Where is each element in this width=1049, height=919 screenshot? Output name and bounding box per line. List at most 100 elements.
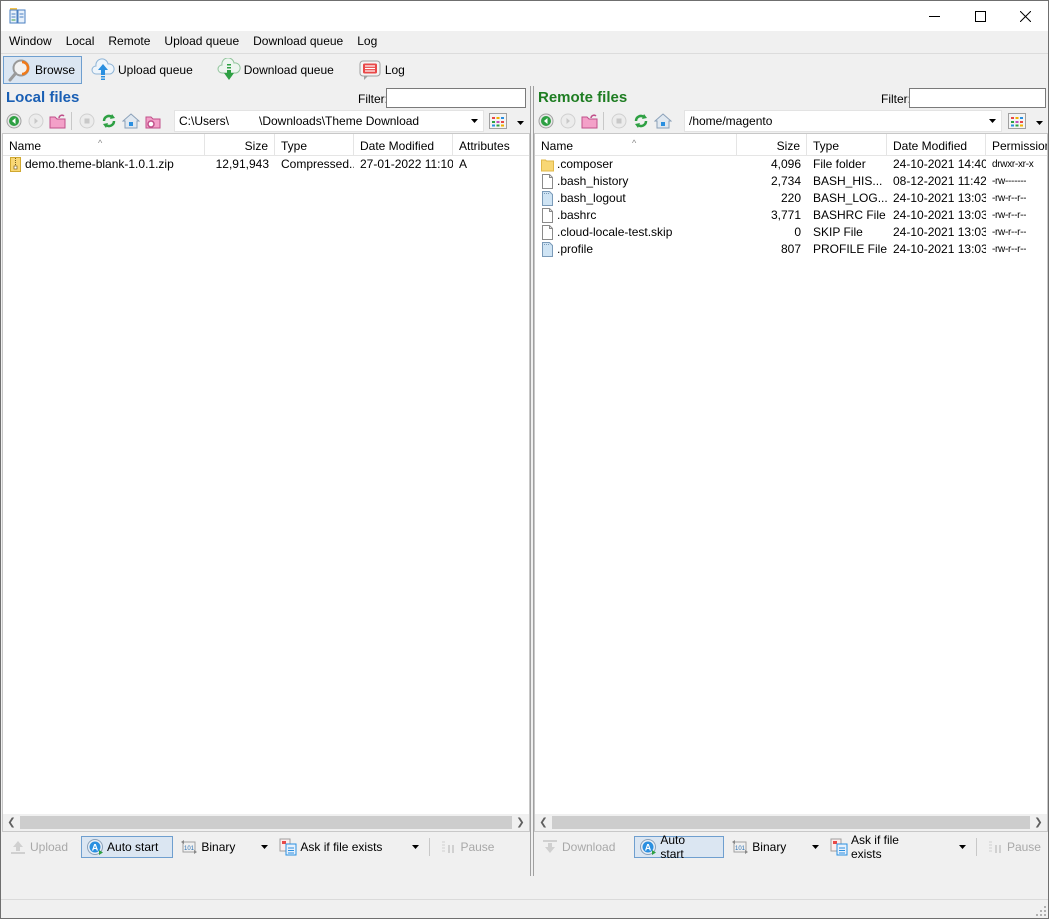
menu-local[interactable]: Local — [59, 31, 102, 52]
upload-button[interactable]: Upload — [4, 836, 73, 858]
remote-view-mode-button[interactable] — [1008, 111, 1046, 131]
local-list-header: Name ^ Size Type Date Modified Attribute… — [3, 134, 529, 156]
local-file-exists-action-button[interactable]: Ask if file exists — [274, 836, 407, 858]
sort-ascending-icon: ^ — [632, 138, 637, 148]
local-panel-title: Local files — [6, 89, 80, 106]
refresh-icon[interactable] — [99, 111, 119, 131]
status-bar — [1, 899, 1048, 918]
file-row[interactable]: demo.theme-blank-1.0.1.zip 12,91,943 Compr… — [3, 156, 529, 173]
remote-path-combobox[interactable]: /home/magento — [684, 110, 1002, 132]
file-name: .bash_history — [535, 173, 737, 190]
back-icon[interactable] — [4, 111, 24, 131]
local-file-list[interactable]: Name ^ Size Type Date Modified Attribute… — [2, 133, 530, 832]
remote-horizontal-scrollbar[interactable]: ❮ ❯ — [535, 814, 1047, 831]
remote-file-exists-action-button[interactable]: Ask if file exists — [825, 833, 954, 861]
back-icon[interactable] — [536, 111, 556, 131]
file-row[interactable]: .bash_history 2,734 BASH_HIS... 08-12-2021 … — [535, 173, 1047, 190]
remote-pause-button[interactable]: Pause — [981, 836, 1046, 858]
browse-button[interactable]: Browse — [3, 55, 83, 84]
chevron-down-icon[interactable] — [467, 111, 481, 131]
remote-col-type[interactable]: Type — [807, 134, 887, 156]
scroll-right-icon[interactable]: ❯ — [1030, 814, 1047, 831]
local-col-size[interactable]: Size — [205, 134, 275, 156]
download-button[interactable]: Download — [536, 836, 620, 858]
chevron-down-icon[interactable] — [809, 836, 821, 858]
local-transfer-mode-button[interactable]: 101 Binary — [175, 836, 256, 858]
upload-queue-button[interactable]: Upload queue — [86, 56, 200, 84]
scroll-right-icon[interactable]: ❯ — [512, 814, 529, 831]
menu-bar: Window Local Remote Upload queue Downloa… — [1, 31, 1048, 52]
chevron-down-icon[interactable] — [985, 111, 999, 131]
file-date-modified: 08-12-2021 11:42 — [893, 174, 986, 188]
remote-filter-input[interactable] — [909, 88, 1046, 108]
maximize-button[interactable] — [957, 1, 1003, 31]
minimize-button[interactable] — [911, 1, 957, 31]
log-button[interactable]: Log — [353, 56, 412, 84]
upload-icon — [9, 838, 27, 856]
remote-file-list[interactable]: Name ^ Size Type Date Modified Permissio… — [534, 133, 1048, 832]
menu-log[interactable]: Log — [350, 31, 384, 52]
auto-start-icon: A — [639, 838, 657, 856]
remote-col-permissions[interactable]: Permissions — [986, 134, 1047, 156]
forward-icon[interactable] — [558, 111, 578, 131]
file-icon — [542, 208, 553, 223]
sort-ascending-icon: ^ — [98, 138, 103, 148]
browse-folder-icon[interactable] — [143, 111, 163, 131]
home-icon[interactable] — [653, 111, 673, 131]
local-queue-toolbar: Upload A Auto start 101 Binary Ask if fi… — [2, 834, 530, 860]
local-filter-input[interactable] — [386, 88, 526, 108]
local-horizontal-scrollbar[interactable]: ❮ ❯ — [3, 814, 529, 831]
svg-text:A: A — [92, 843, 99, 853]
file-type: BASH_HIS... — [813, 174, 883, 188]
download-queue-button[interactable]: Download queue — [212, 56, 341, 84]
home-icon[interactable] — [121, 111, 141, 131]
chevron-down-icon[interactable] — [956, 836, 968, 858]
remote-col-name[interactable]: Name ^ — [535, 134, 737, 156]
resize-grip-icon[interactable] — [1036, 906, 1046, 916]
remote-transfer-mode-button[interactable]: 101 Binary — [726, 836, 807, 858]
local-path-combobox[interactable]: C:\Users\ \Downloads\Theme Download — [174, 110, 484, 132]
svg-text:A: A — [645, 843, 652, 853]
file-row[interactable]: .bash_logout 220 BASH_LOG... 24-10-2021 13:… — [535, 190, 1047, 207]
stop-icon[interactable] — [609, 111, 629, 131]
local-col-type[interactable]: Type — [275, 134, 354, 156]
remote-col-size[interactable]: Size — [737, 134, 807, 156]
scroll-left-icon[interactable]: ❮ — [535, 814, 552, 831]
view-grid-icon — [489, 113, 507, 129]
file-row[interactable]: .composer 4,096 File folder 24-10-2021 14:4… — [535, 156, 1047, 173]
file-name: .bashrc — [535, 207, 737, 224]
remote-col-date-modified[interactable]: Date Modified — [887, 134, 986, 156]
file-row[interactable]: .bashrc 3,771 BASHRC File 24-10-2021 13:03-… — [535, 207, 1047, 224]
local-view-mode-button[interactable] — [489, 111, 527, 131]
local-col-attributes[interactable]: Attributes — [453, 134, 529, 156]
local-rows: demo.theme-blank-1.0.1.zip 12,91,943 Compr… — [3, 156, 529, 173]
menu-window[interactable]: Window — [2, 31, 59, 52]
menu-download-queue[interactable]: Download queue — [246, 31, 350, 52]
remote-auto-start-button[interactable]: A Auto start — [634, 833, 725, 861]
app-icon — [9, 8, 26, 24]
local-pause-button[interactable]: Pause — [434, 836, 499, 858]
local-col-date-modified[interactable]: Date Modified — [354, 134, 453, 156]
parent-folder-icon[interactable] — [580, 111, 600, 131]
scrollbar-thumb[interactable] — [20, 816, 512, 829]
refresh-icon[interactable] — [631, 111, 651, 131]
title-bar — [1, 1, 1048, 31]
pause-icon — [439, 838, 457, 856]
file-size: 220 — [780, 191, 801, 205]
file-row[interactable]: .profile 807 PROFILE File 24-10-2021 13:03-… — [535, 241, 1047, 258]
chevron-down-icon[interactable] — [409, 836, 421, 858]
local-auto-start-button[interactable]: A Auto start — [81, 836, 174, 858]
forward-icon[interactable] — [26, 111, 46, 131]
maximize-icon — [974, 10, 986, 22]
local-col-name[interactable]: Name ^ — [3, 134, 205, 156]
scroll-left-icon[interactable]: ❮ — [3, 814, 20, 831]
file-name: .profile — [535, 241, 737, 258]
close-button[interactable] — [1002, 1, 1048, 31]
scrollbar-thumb[interactable] — [552, 816, 1030, 829]
stop-icon[interactable] — [77, 111, 97, 131]
file-row[interactable]: .cloud-locale-test.skip 0 SKIP File 24-10-2… — [535, 224, 1047, 241]
menu-upload-queue[interactable]: Upload queue — [157, 31, 246, 52]
parent-folder-icon[interactable] — [48, 111, 68, 131]
menu-remote[interactable]: Remote — [101, 31, 157, 52]
chevron-down-icon[interactable] — [258, 836, 270, 858]
